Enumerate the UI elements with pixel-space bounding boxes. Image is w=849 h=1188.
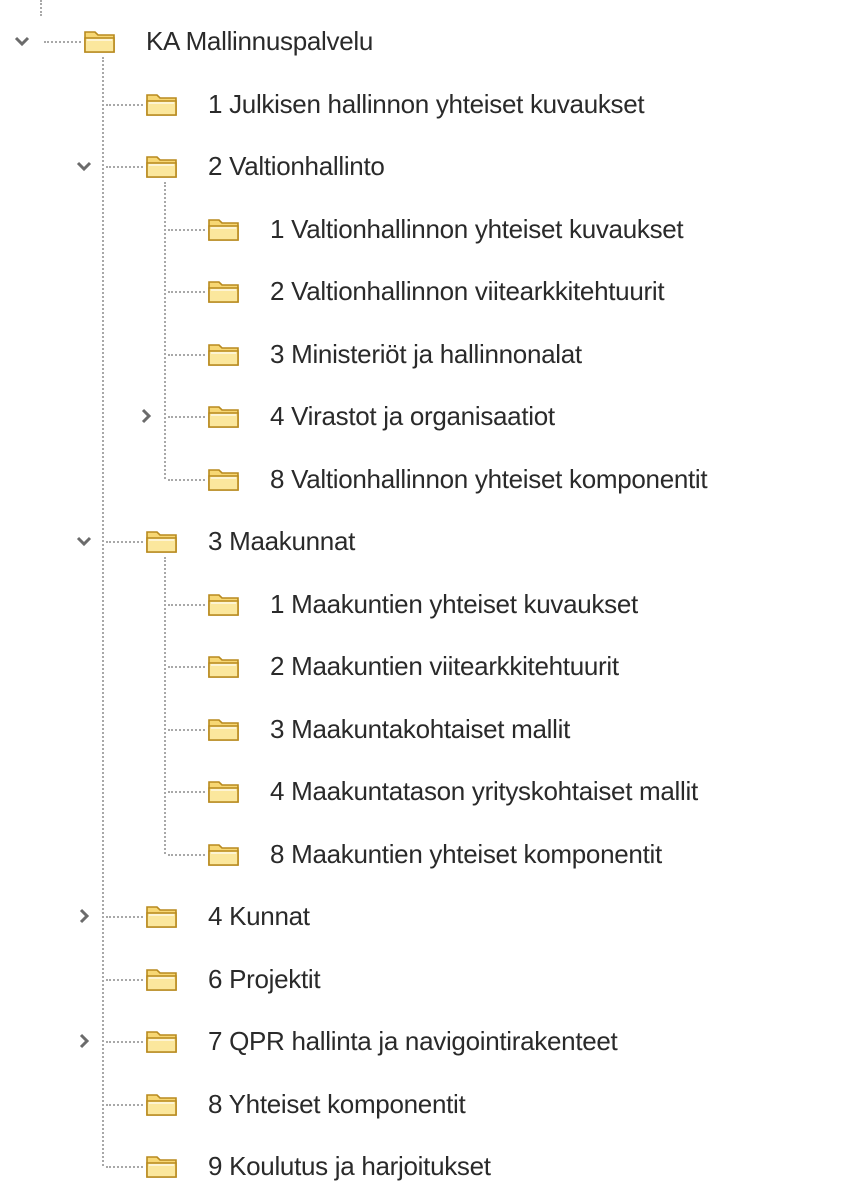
tree-node-label[interactable]: 2 Valtionhallinnon viitearkkitehtuurit — [270, 271, 665, 311]
folder-icon — [145, 152, 179, 180]
tree-node-qpr-hallinta[interactable]: 7 QPR hallinta ja navigointirakenteet — [0, 1021, 849, 1061]
folder-tree: KA Mallinnuspalvelu 1 Julkisen hallinnon … — [0, 0, 849, 1188]
tree-node-mk-yhteiset-kuvaukset[interactable]: 1 Maakuntien yhteiset kuvaukset — [0, 584, 849, 624]
tree-node-label[interactable]: KA Mallinnuspalvelu — [146, 21, 373, 61]
tree-node-vh-yhteiset-komponentit[interactable]: 8 Valtionhallinnon yhteiset komponentit — [0, 459, 849, 499]
tree-node-virastot[interactable]: 4 Virastot ja organisaatiot — [0, 396, 849, 436]
chevron-down-icon[interactable] — [72, 529, 96, 553]
tree-node-label[interactable]: 1 Maakuntien yhteiset kuvaukset — [270, 584, 638, 624]
tree-node-mk-yrityskohtaiset[interactable]: 4 Maakuntatason yrityskohtaiset mallit — [0, 771, 849, 811]
folder-icon — [207, 840, 241, 868]
tree-node-root[interactable]: KA Mallinnuspalvelu — [0, 21, 849, 61]
tree-node-label[interactable]: 1 Julkisen hallinnon yhteiset kuvaukset — [208, 84, 645, 124]
chevron-right-icon[interactable] — [72, 904, 96, 928]
tree-node-label[interactable]: 4 Maakuntatason yrityskohtaiset mallit — [270, 771, 698, 811]
folder-icon — [207, 465, 241, 493]
folder-icon — [207, 777, 241, 805]
chevron-right-icon[interactable] — [134, 404, 158, 428]
tree-node-label[interactable]: 2 Valtionhallinto — [208, 146, 385, 186]
folder-icon — [145, 1090, 179, 1118]
tree-node-mk-viitearkkitehtuurit[interactable]: 2 Maakuntien viitearkkitehtuurit — [0, 646, 849, 686]
folder-icon — [207, 402, 241, 430]
folder-icon — [207, 340, 241, 368]
tree-node-label[interactable]: 3 Maakunnat — [208, 521, 355, 561]
folder-icon — [145, 1027, 179, 1055]
chevron-down-icon[interactable] — [72, 154, 96, 178]
folder-icon — [145, 1152, 179, 1180]
tree-node-yhteiset-komponentit[interactable]: 8 Yhteiset komponentit — [0, 1084, 849, 1124]
tree-node-valtionhallinto[interactable]: 2 Valtionhallinto — [0, 146, 849, 186]
chevron-right-icon[interactable] — [72, 1029, 96, 1053]
folder-icon — [145, 902, 179, 930]
tree-node-label[interactable]: 8 Maakuntien yhteiset komponentit — [270, 834, 662, 874]
tree-node-label[interactable]: 8 Valtionhallinnon yhteiset komponentit — [270, 459, 708, 499]
tree-node-label[interactable]: 3 Ministeriöt ja hallinnonalat — [270, 334, 582, 374]
tree-node-label[interactable]: 9 Koulutus ja harjoitukset — [208, 1146, 491, 1186]
folder-icon — [207, 215, 241, 243]
tree-node-label[interactable]: 4 Kunnat — [208, 896, 310, 936]
tree-node-koulutus[interactable]: 9 Koulutus ja harjoitukset — [0, 1146, 849, 1186]
folder-icon — [207, 590, 241, 618]
tree-node-vh-yhteiset-kuvaukset[interactable]: 1 Valtionhallinnon yhteiset kuvaukset — [0, 209, 849, 249]
tree-node-julkisen-hallinnon[interactable]: 1 Julkisen hallinnon yhteiset kuvaukset — [0, 84, 849, 124]
tree-node-label[interactable]: 2 Maakuntien viitearkkitehtuurit — [270, 646, 619, 686]
tree-node-label[interactable]: 6 Projektit — [208, 959, 321, 999]
tree-node-label[interactable]: 8 Yhteiset komponentit — [208, 1084, 466, 1124]
folder-icon — [145, 527, 179, 555]
tree-node-label[interactable]: 3 Maakuntakohtaiset mallit — [270, 709, 570, 749]
tree-node-label[interactable]: 7 QPR hallinta ja navigointirakenteet — [208, 1021, 618, 1061]
folder-icon — [207, 715, 241, 743]
tree-node-label[interactable]: 1 Valtionhallinnon yhteiset kuvaukset — [270, 209, 684, 249]
tree-node-projektit[interactable]: 6 Projektit — [0, 959, 849, 999]
tree-node-ministeriot[interactable]: 3 Ministeriöt ja hallinnonalat — [0, 334, 849, 374]
folder-icon — [145, 90, 179, 118]
tree-node-maakunnat[interactable]: 3 Maakunnat — [0, 521, 849, 561]
tree-node-label[interactable]: 4 Virastot ja organisaatiot — [270, 396, 555, 436]
tree-node-kunnat[interactable]: 4 Kunnat — [0, 896, 849, 936]
folder-icon — [207, 652, 241, 680]
tree-node-mk-kohtaiset-mallit[interactable]: 3 Maakuntakohtaiset mallit — [0, 709, 849, 749]
folder-icon — [145, 965, 179, 993]
tree-node-vh-viitearkkitehtuurit[interactable]: 2 Valtionhallinnon viitearkkitehtuurit — [0, 271, 849, 311]
tree-guide-vertical — [40, 0, 42, 16]
chevron-down-icon[interactable] — [10, 29, 34, 53]
folder-icon — [207, 277, 241, 305]
tree-node-mk-yhteiset-komponentit[interactable]: 8 Maakuntien yhteiset komponentit — [0, 834, 849, 874]
folder-icon — [83, 27, 117, 55]
